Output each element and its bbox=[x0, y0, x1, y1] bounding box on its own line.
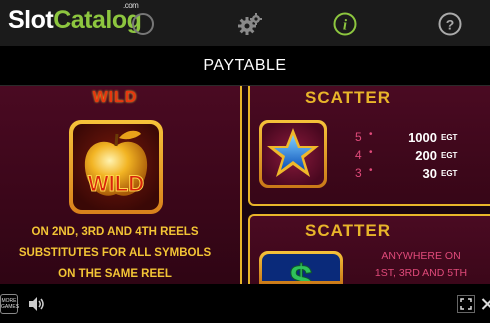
paytable-header: PAYTABLE bbox=[0, 46, 490, 86]
more-games-button[interactable]: MORE GAMES bbox=[0, 294, 19, 314]
logo-part2: Catalog bbox=[53, 6, 142, 34]
page-title: PAYTABLE bbox=[203, 57, 287, 74]
close-icon[interactable] bbox=[477, 294, 490, 314]
logo-tld: .com bbox=[123, 1, 139, 10]
pay-dot: • bbox=[369, 165, 373, 176]
scatter-dollar-note: ANYWHERE ON 1ST, 3RD AND 5TH bbox=[356, 248, 486, 282]
wild-desc-line-3: ON THE SAME REEL bbox=[58, 268, 172, 280]
info-icon[interactable]: i bbox=[332, 11, 358, 37]
gear-icon[interactable] bbox=[237, 11, 263, 37]
dollar-scatter-symbol: $ bbox=[259, 251, 343, 284]
wild-description: ON 2ND, 3RD AND 4TH REELS SUBSTITUTES FO… bbox=[0, 222, 230, 284]
pay-count: 5 bbox=[355, 130, 362, 144]
blue-star-icon bbox=[267, 128, 319, 177]
wild-desc-line-1: ON 2ND, 3RD AND 4TH REELS bbox=[31, 226, 199, 238]
wild-symbol-label: WILD bbox=[88, 171, 144, 196]
pay-row-5: 5 • 1000 EGT bbox=[355, 129, 485, 146]
top-nav-bar: SlotCatalog .com i ? bbox=[0, 0, 490, 46]
scatter-note-line-1: ANYWHERE ON bbox=[381, 250, 461, 262]
pay-value: 1000 bbox=[408, 130, 437, 145]
sound-icon[interactable] bbox=[26, 294, 46, 314]
logo-part1: Slot bbox=[8, 6, 54, 34]
pay-unit: EGT bbox=[441, 169, 458, 178]
pay-count: 3 bbox=[355, 166, 362, 180]
fullscreen-icon[interactable] bbox=[456, 294, 476, 314]
pay-dot: • bbox=[369, 147, 373, 158]
panel-divider bbox=[240, 86, 242, 284]
pay-value: 200 bbox=[415, 148, 437, 163]
svg-text:?: ? bbox=[446, 17, 455, 33]
scatter-dollar-title: SCATTER bbox=[304, 221, 391, 240]
pay-row-4: 4 • 200 EGT bbox=[355, 147, 485, 164]
slotcatalog-logo: SlotCatalog .com bbox=[8, 1, 142, 35]
help-icon[interactable]: ? bbox=[437, 11, 463, 37]
pay-value: 30 bbox=[422, 166, 437, 181]
svg-text:i: i bbox=[343, 18, 348, 34]
pay-row-3: 3 • 30 EGT bbox=[355, 165, 485, 182]
wild-apple-symbol: WILD bbox=[69, 120, 163, 214]
wild-desc-line-2: SUBSTITUTES FOR ALL SYMBOLS bbox=[18, 247, 212, 259]
wild-title: WILD bbox=[92, 89, 138, 106]
svg-text:$: $ bbox=[289, 256, 312, 281]
star-scatter-symbol bbox=[259, 120, 327, 188]
pay-dot: • bbox=[369, 129, 373, 140]
pay-count: 4 bbox=[355, 148, 362, 162]
bottom-bar: MORE GAMES bbox=[0, 284, 490, 323]
pay-unit: EGT bbox=[441, 151, 458, 160]
slot-machine-icon[interactable] bbox=[130, 11, 156, 37]
golden-apple-icon: WILD bbox=[84, 130, 148, 197]
scatter-star-title: SCATTER bbox=[304, 88, 391, 107]
scatter-note-line-2: 1ST, 3RD AND 5TH bbox=[374, 267, 468, 279]
dollar-sign-icon: $ bbox=[289, 256, 313, 282]
pay-unit: EGT bbox=[441, 133, 458, 142]
